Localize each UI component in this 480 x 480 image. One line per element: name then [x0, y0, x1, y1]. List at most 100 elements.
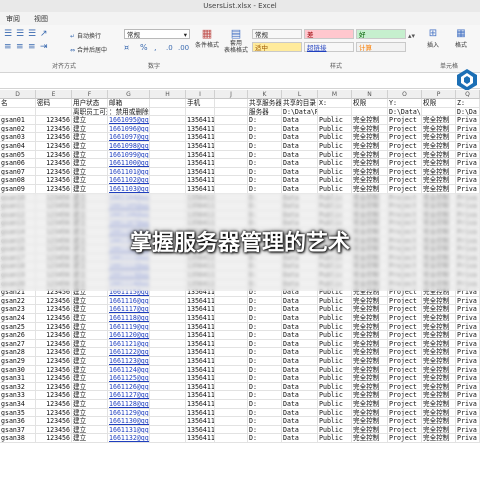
table-cell[interactable]: Data: [282, 425, 318, 435]
table-cell[interactable]: [150, 314, 186, 323]
table-cell[interactable]: [215, 314, 248, 323]
table-cell[interactable]: [150, 296, 186, 306]
table-cell[interactable]: 建立: [72, 365, 108, 375]
table-cell[interactable]: 建立: [72, 348, 108, 357]
table-cell[interactable]: [150, 365, 186, 375]
table-cell[interactable]: 手机: [186, 99, 215, 108]
table-cell[interactable]: gsan04: [0, 142, 36, 151]
table-cell[interactable]: D:: [248, 417, 282, 426]
table-cell[interactable]: Project: [388, 142, 422, 151]
table-cell[interactable]: 完全控制: [352, 133, 388, 142]
table-cell[interactable]: gsan08: [0, 176, 36, 185]
column-header[interactable]: P: [422, 90, 456, 99]
table-cell[interactable]: Data: [282, 116, 318, 125]
align-left-icon[interactable]: ≡: [4, 42, 12, 52]
table-cell[interactable]: 建立: [72, 142, 108, 151]
table-cell[interactable]: Priva: [456, 417, 480, 426]
table-cell[interactable]: gsan06: [0, 159, 36, 168]
insert-button[interactable]: ⊞ 插入: [422, 28, 444, 49]
table-cell[interactable]: 13564112912: [186, 417, 215, 426]
table-cell[interactable]: Project: [388, 159, 422, 168]
table-cell[interactable]: gsan24: [0, 314, 36, 323]
table-cell[interactable]: [215, 107, 248, 117]
table-cell[interactable]: Data: [282, 331, 318, 340]
table-cell[interactable]: [215, 400, 248, 409]
table-cell[interactable]: 完全控制: [352, 400, 388, 409]
table-cell[interactable]: 建立: [72, 382, 108, 392]
table-cell[interactable]: Project: [388, 382, 422, 392]
table-cell[interactable]: [352, 107, 388, 117]
table-cell[interactable]: D:: [248, 159, 282, 168]
table-cell[interactable]: 密码: [36, 99, 72, 108]
table-cell[interactable]: 13564112912: [186, 167, 215, 177]
table-cell[interactable]: [150, 339, 186, 349]
table-cell[interactable]: gsan28: [0, 348, 36, 357]
column-header[interactable]: F: [72, 90, 108, 99]
table-cell[interactable]: D:: [248, 408, 282, 418]
table-cell[interactable]: Public: [318, 400, 352, 409]
table-cell[interactable]: 1661125@qq.com: [108, 374, 150, 383]
table-cell[interactable]: D:: [248, 331, 282, 340]
table-cell[interactable]: [215, 322, 248, 332]
table-cell[interactable]: 完全控制: [422, 408, 456, 418]
table-cell[interactable]: [150, 434, 186, 443]
table-cell[interactable]: D:: [248, 391, 282, 400]
table-cell[interactable]: 建立: [72, 434, 108, 443]
table-cell[interactable]: 完全控制: [422, 400, 456, 409]
conditional-format-button[interactable]: ▦ 条件格式: [194, 28, 220, 50]
table-cell[interactable]: 完全控制: [422, 296, 456, 306]
table-cell[interactable]: 完全控制: [352, 159, 388, 168]
table-cell[interactable]: Priva: [456, 322, 480, 332]
table-cell[interactable]: 建立: [72, 159, 108, 168]
table-cell[interactable]: Priva: [456, 425, 480, 435]
table-cell[interactable]: Public: [318, 374, 352, 383]
table-cell[interactable]: 1661119@qq.com: [108, 322, 150, 332]
table-cell[interactable]: 建立: [72, 357, 108, 366]
table-cell[interactable]: 完全控制: [352, 425, 388, 435]
table-cell[interactable]: 完全控制: [422, 382, 456, 392]
table-cell[interactable]: 建立: [72, 314, 108, 323]
table-cell[interactable]: 完全控制: [352, 331, 388, 340]
table-cell[interactable]: 1661099@qq.com: [108, 150, 150, 160]
style-neutral[interactable]: 适中: [252, 42, 302, 52]
table-cell[interactable]: 完全控制: [352, 116, 388, 125]
table-cell[interactable]: 完全控制: [422, 305, 456, 314]
table-cell[interactable]: Public: [318, 348, 352, 357]
table-cell[interactable]: 完全控制: [352, 305, 388, 314]
table-cell[interactable]: gsan03: [0, 133, 36, 142]
table-cell[interactable]: [150, 408, 186, 418]
table-cell[interactable]: [150, 116, 186, 125]
table-cell[interactable]: Project: [388, 322, 422, 332]
table-cell[interactable]: 完全控制: [422, 425, 456, 435]
table-cell[interactable]: [215, 417, 248, 426]
table-cell[interactable]: 完全控制: [352, 382, 388, 392]
table-cell[interactable]: 建立: [72, 296, 108, 306]
increase-decimal-icon[interactable]: .0: [166, 43, 173, 53]
table-cell[interactable]: 1661116@qq.com: [108, 296, 150, 306]
table-cell[interactable]: Project: [388, 374, 422, 383]
table-cell[interactable]: Data: [282, 176, 318, 185]
style-normal[interactable]: 常规: [252, 29, 302, 39]
table-cell[interactable]: D:: [248, 339, 282, 349]
table-cell[interactable]: [150, 382, 186, 392]
table-cell[interactable]: gsan35: [0, 408, 36, 418]
align-right-icon[interactable]: ≡: [28, 42, 36, 52]
table-cell[interactable]: 123456: [36, 391, 72, 400]
table-cell[interactable]: gsan22: [0, 296, 36, 306]
table-cell[interactable]: D:: [248, 150, 282, 160]
table-cell[interactable]: Priva: [456, 150, 480, 160]
table-cell[interactable]: [215, 142, 248, 151]
table-cell[interactable]: [318, 107, 352, 117]
table-cell[interactable]: Project: [388, 408, 422, 418]
table-cell[interactable]: 1661117@qq.com: [108, 305, 150, 314]
table-cell[interactable]: [422, 107, 456, 117]
table-cell[interactable]: Public: [318, 116, 352, 125]
table-cell[interactable]: 13564112912: [186, 357, 215, 366]
table-cell[interactable]: Data: [282, 124, 318, 134]
merge-center-button[interactable]: ⇔ 合并后居中: [70, 45, 107, 54]
table-cell[interactable]: [215, 374, 248, 383]
table-cell[interactable]: Data: [282, 357, 318, 366]
table-cell[interactable]: [215, 408, 248, 418]
table-cell[interactable]: 完全控制: [352, 408, 388, 418]
table-cell[interactable]: 完全控制: [422, 374, 456, 383]
